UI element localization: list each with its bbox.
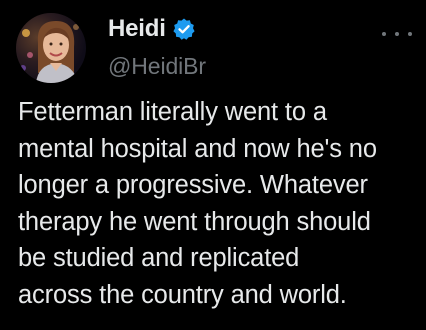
tweet-body-text: Fetterman literally went to a mental hos… xyxy=(18,98,377,309)
author-handle[interactable]: @HeidiBr xyxy=(108,52,206,80)
verified-badge-icon xyxy=(172,17,196,41)
more-horizontal-icon xyxy=(382,32,386,36)
profile-photo-avatar-icon xyxy=(16,13,86,83)
author-name-row: Heidi xyxy=(108,14,196,44)
more-horizontal-icon-dot xyxy=(408,32,412,36)
more-options-button[interactable] xyxy=(382,26,412,42)
tweet-card: Heidi @HeidiBr Fetterman literally went … xyxy=(0,0,426,330)
more-horizontal-icon-dot xyxy=(395,32,399,36)
author-display-name[interactable]: Heidi xyxy=(108,14,166,44)
author-avatar[interactable] xyxy=(16,13,86,83)
